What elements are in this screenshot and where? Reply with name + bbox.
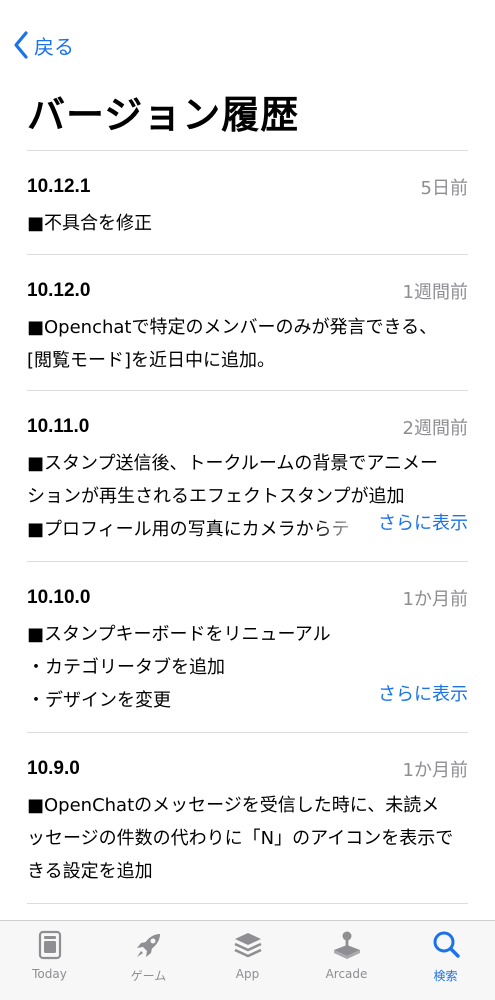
note-line: きる設定を追加 xyxy=(27,861,153,882)
release-date: 5日前 xyxy=(420,178,468,199)
version-number: 10.12.1 xyxy=(27,176,91,197)
back-label: 戻る xyxy=(34,34,74,59)
rocket-icon xyxy=(136,934,160,957)
tab-label: Arcade xyxy=(325,967,368,981)
version-entry: 10.12.0 1週間前 ■Openchatで特定のメンバーのみが発言できる、 … xyxy=(27,255,468,391)
search-icon xyxy=(433,931,460,958)
chevron-left-icon xyxy=(14,31,28,59)
release-date: 1か月前 xyxy=(402,589,468,610)
today-icon xyxy=(38,930,61,960)
release-date: 1週間前 xyxy=(402,282,468,303)
version-entry: 10.11.0 2週間前 ■スタンプ送信後、トークルームの背景でアニメー ション… xyxy=(27,391,468,562)
version-entry: 10.12.1 5日前 ■不具合を修正 xyxy=(27,151,468,255)
note-line: [閲覧モード]を近日中に追加。 xyxy=(27,350,276,371)
release-notes: ■Openchatで特定のメンバーのみが発言できる、 [閲覧モード]を近日中に追… xyxy=(27,311,468,377)
release-date: 1か月前 xyxy=(402,760,468,781)
page-title: バージョン履歴 xyxy=(27,93,300,137)
note-line: ■スタンプキーボードをリニューアル xyxy=(27,624,331,645)
note-line: ■不具合を修正 xyxy=(27,213,153,234)
layers-icon xyxy=(233,933,262,958)
release-notes: ■不具合を修正 xyxy=(27,207,468,240)
show-more-link[interactable]: さらに表示 xyxy=(378,509,468,535)
tab-label: 検索 xyxy=(433,969,458,983)
tab-search[interactable]: 検索 xyxy=(396,921,495,1000)
tab-bar: Today ゲーム App Arcade 検索 xyxy=(0,920,495,1000)
tab-games[interactable]: ゲーム xyxy=(99,921,198,1000)
release-notes: ■OpenChatのメッセージを受信した時に、未読メ ッセージの件数の代わりに「… xyxy=(27,789,468,888)
note-line: ■OpenChatのメッセージを受信した時に、未読メ xyxy=(27,795,440,816)
note-line: ッセージの件数の代わりに「N」のアイコンを表示で xyxy=(27,828,454,849)
joystick-icon xyxy=(333,931,360,959)
tab-label: ゲーム xyxy=(130,969,167,983)
version-entry: 10.10.0 1か月前 ■スタンプキーボードをリニューアル ・カテゴリータブを… xyxy=(27,562,468,733)
show-more-link[interactable]: さらに表示 xyxy=(378,680,468,706)
note-line: ■スタンプ送信後、トークルームの背景でアニメー xyxy=(27,453,439,474)
back-button[interactable]: 戻る xyxy=(12,30,74,60)
version-number: 10.10.0 xyxy=(27,587,91,608)
navigation-bar: 戻る xyxy=(0,0,495,80)
note-line: ■プロフィール用の写真にカメラからテ xyxy=(27,519,350,540)
tab-label: Today xyxy=(32,967,67,981)
version-entry: 10.9.0 1か月前 ■OpenChatのメッセージを受信した時に、未読メ ッ… xyxy=(27,733,468,904)
version-number: 10.9.0 xyxy=(27,758,80,779)
tab-label: App xyxy=(235,967,260,981)
release-date: 2週間前 xyxy=(402,418,468,439)
tab-app[interactable]: App xyxy=(198,921,297,1000)
version-number: 10.12.0 xyxy=(27,280,91,301)
version-number: 10.11.0 xyxy=(27,416,90,437)
version-history-list: 10.12.1 5日前 ■不具合を修正 10.12.0 1週間前 ■Opench… xyxy=(27,151,468,904)
tab-arcade[interactable]: Arcade xyxy=(297,921,396,1000)
note-line: ■Openchatで特定のメンバーのみが発言できる、 xyxy=(27,317,438,338)
tab-today[interactable]: Today xyxy=(0,921,99,1000)
